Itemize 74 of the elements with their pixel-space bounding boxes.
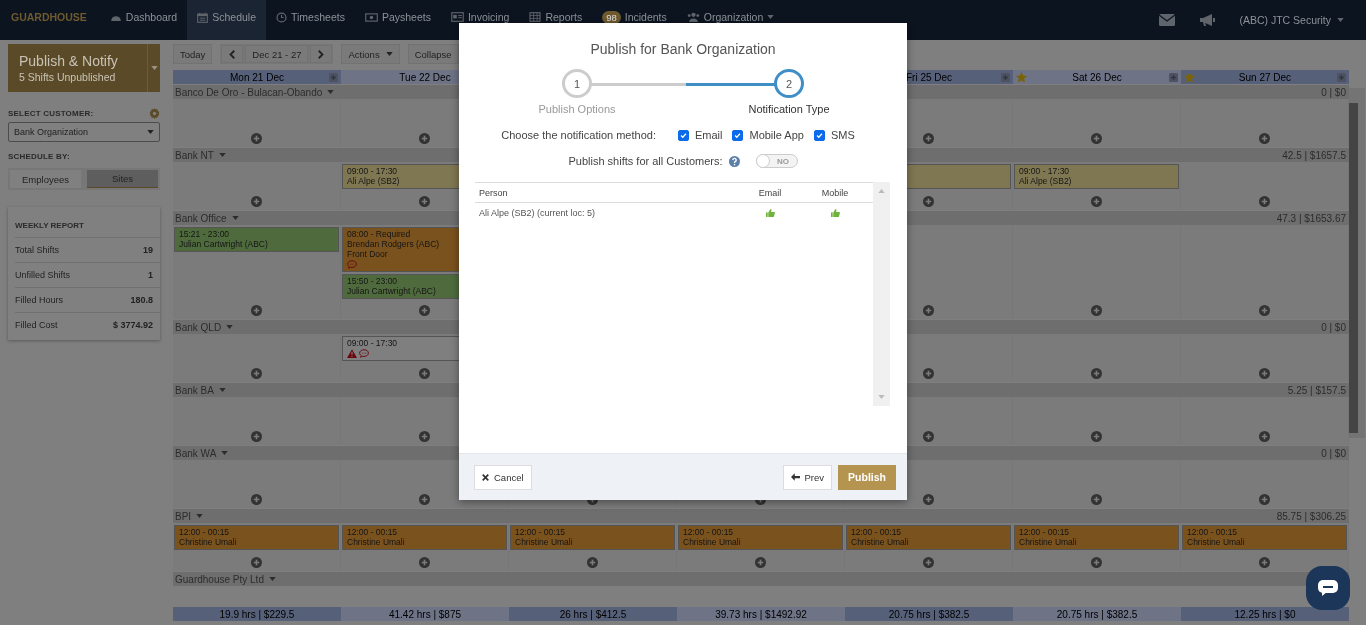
shift-text: 12:00 - 00:15 (851, 527, 903, 537)
shift-text: Christine Umali (1187, 537, 1246, 547)
dialog-title: Publish for Bank Organization (589, 41, 777, 57)
report-label: Total Shifts (15, 245, 60, 255)
field-label: Choose the notification method: (501, 129, 656, 141)
shift-text: Christine Umali (851, 537, 910, 547)
site-total: 0 | $0 (1321, 321, 1346, 333)
site-name: BPI (175, 510, 192, 522)
shift-text: Christine Umali (347, 537, 406, 547)
site-total: 47.3 | $1653.67 (1276, 212, 1346, 224)
shift-text: Julian Cartwright (ABC) (179, 239, 269, 249)
day-label: Tue 22 Dec (399, 71, 451, 83)
card-title: WEEKLY REPORT (15, 221, 160, 238)
field-label: SELECT CUSTOMER: (8, 109, 94, 118)
shift-text: Ali Alpe (SB2) (347, 176, 401, 186)
count-badge: 98 (602, 10, 621, 24)
shift-text: Brendan Rodgers (ABC) (347, 239, 441, 249)
shift-text: 12:00 - 00:15 (683, 527, 735, 537)
day-label: Mon 21 Dec (230, 71, 284, 83)
shift-text: 12:00 - 00:15 (347, 527, 399, 537)
shift-text: 12:00 - 00:15 (1019, 527, 1071, 537)
report-label: Filled Hours (15, 295, 63, 305)
shift-text: Christine Umali (1019, 537, 1078, 547)
shift-text: 12:00 - 00:15 (1187, 527, 1239, 537)
field-label: Publish shifts for all Customers: (568, 155, 723, 167)
shift-text: 09:00 - 17:30 (347, 338, 399, 348)
report-value: 19 (143, 245, 153, 255)
day-total: 20.75 hrs | $382.5 (1013, 607, 1181, 621)
site-total: 0 | $0 (1321, 447, 1346, 459)
site-total: 85.75 | $306.25 (1276, 510, 1346, 522)
shift-text: 15:50 - 23:00 (347, 276, 399, 286)
site-name: Banco De Oro - Bulacan-Obando (175, 86, 323, 98)
shift-text: 12:00 - 00:15 (179, 527, 231, 537)
shift-text: Christine Umali (515, 537, 574, 547)
site-total: 0 | $0 (1321, 86, 1346, 98)
site-name: Bank Office (175, 212, 227, 224)
shift-text: 15:21 - 23:00 (179, 229, 231, 239)
step-label: Notification Type (748, 103, 830, 115)
report-value: 1 (148, 270, 153, 280)
report-label: Filled Cost (15, 320, 58, 330)
site-name: Guardhouse Pty Ltd (175, 573, 264, 585)
day-total: 12.25 hrs | $0 (1181, 607, 1349, 621)
shift-text: 09:00 - 17:30 (347, 166, 399, 176)
report-value: $ 3774.92 (112, 320, 153, 330)
site-name: Bank WA (175, 447, 217, 459)
shift-text: Julian Cartwright (ABC) (347, 286, 437, 296)
column-header: Person (478, 187, 509, 198)
site-name: Bank QLD (175, 321, 222, 333)
shift-text: Front Door (347, 249, 389, 259)
field-label: SCHEDULE BY: (8, 152, 70, 161)
report-value: 180.8 (130, 295, 153, 305)
shift-text: Christine Umali (179, 537, 238, 547)
site-total: 42.5 | $1657.5 (1282, 149, 1346, 161)
day-total: 41.42 hrs | $875 (341, 607, 509, 621)
day-total: 19.9 hrs | $229.5 (173, 607, 341, 621)
day-label: Sat 26 Dec (1072, 71, 1122, 83)
day-total: 20.75 hrs | $382.5 (845, 607, 1013, 621)
day-label: Fri 25 Dec (905, 71, 953, 83)
step-label: Publish Options (538, 103, 616, 115)
shift-text: Ali Alpe (SB2) (1019, 176, 1073, 186)
column-header: Email (757, 187, 783, 198)
report-label: Unfilled Shifts (15, 270, 71, 280)
shift-text: 08:00 - Required (347, 229, 412, 239)
site-name: Bank NT (175, 149, 214, 161)
shift-text: 12:00 - 00:15 (515, 527, 567, 537)
day-label: Sun 27 Dec (1238, 71, 1292, 83)
day-total: 39.73 hrs | $1492.92 (677, 607, 845, 621)
shift-text: Christine Umali (683, 537, 742, 547)
shift-text: 09:00 - 17:30 (1019, 166, 1071, 176)
day-total: 26 hrs | $412.5 (509, 607, 677, 621)
column-header: Mobile (820, 187, 850, 198)
site-name: Bank BA (175, 384, 214, 396)
table-cell-text: Ali Alpe (SB2) (current loc: 5) (478, 207, 597, 218)
site-total: 5.25 | $157.5 (1287, 384, 1346, 396)
